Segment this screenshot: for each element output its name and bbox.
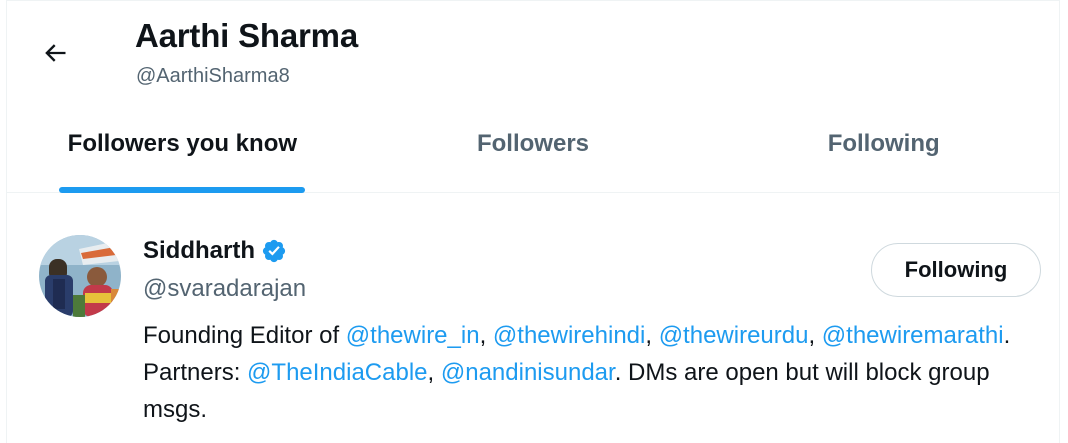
- tab-bar: Followers you know Followers Following: [7, 111, 1059, 193]
- tab-followers[interactable]: Followers: [358, 111, 709, 192]
- user-name-row[interactable]: Siddharth: [143, 237, 287, 265]
- bio-text: ,: [808, 322, 822, 349]
- tab-label: Following: [827, 129, 940, 157]
- arrow-left-icon: [45, 44, 66, 62]
- bio-mention-theindiacable[interactable]: @TheIndiaCable: [247, 359, 427, 386]
- avatar-image: [39, 235, 121, 317]
- bio-text: ,: [479, 322, 493, 349]
- following-button[interactable]: Following: [871, 243, 1041, 297]
- bio-text: ,: [645, 322, 659, 349]
- user-cell[interactable]: Siddharth @svaradarajan Following Foundi…: [7, 193, 1059, 443]
- user-bio: Founding Editor of @thewire_in, @thewire…: [143, 317, 1023, 428]
- bio-mention-nandinisundar[interactable]: @nandinisundar: [441, 359, 615, 386]
- bio-mention-thewireurdu[interactable]: @thewireurdu: [659, 322, 809, 349]
- avatar[interactable]: [39, 235, 121, 317]
- user-handle[interactable]: @svaradarajan: [143, 275, 306, 303]
- bio-mention-thewiremarathi[interactable]: @thewiremarathi: [822, 322, 1004, 349]
- tab-label: Followers you know: [67, 129, 298, 157]
- tab-followers-you-know[interactable]: Followers you know: [7, 111, 358, 193]
- bio-text: Founding Editor of: [143, 322, 346, 349]
- tab-label: Followers: [476, 129, 590, 157]
- page-header: Aarthi Sharma @AarthiSharma8: [7, 1, 1059, 111]
- followers-page: Aarthi Sharma @AarthiSharma8 Followers y…: [6, 0, 1060, 443]
- profile-name: Aarthi Sharma: [135, 17, 358, 54]
- back-button[interactable]: [33, 31, 77, 75]
- bio-text: ,: [427, 359, 441, 386]
- verified-badge-icon: [261, 238, 287, 264]
- bio-mention-thewirehindi[interactable]: @thewirehindi: [493, 322, 645, 349]
- profile-handle: @AarthiSharma8: [136, 65, 290, 87]
- tab-following[interactable]: Following: [708, 111, 1059, 192]
- bio-mention-thewire-in[interactable]: @thewire_in: [346, 322, 480, 349]
- user-name[interactable]: Siddharth: [143, 237, 255, 265]
